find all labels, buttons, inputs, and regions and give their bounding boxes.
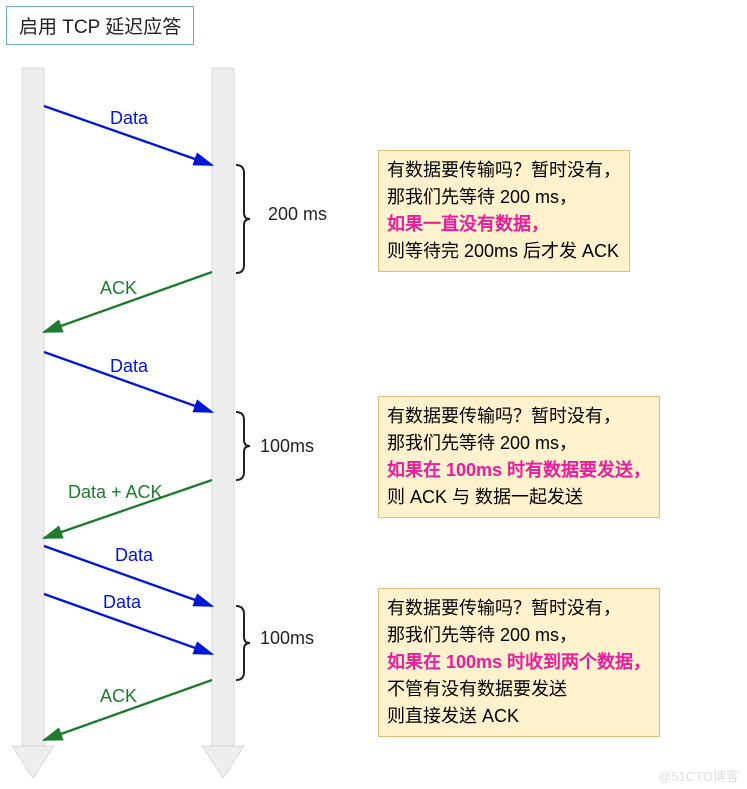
- lifeline-left: [12, 68, 54, 778]
- label-ack-1: ACK: [100, 278, 137, 299]
- label-ack-2: ACK: [100, 686, 137, 707]
- label-data-3: Data: [115, 545, 153, 566]
- note-box-2: 有数据要传输吗？暂时没有， 那我们先等待 200 ms， 如果在 100ms 时…: [378, 396, 660, 518]
- note-3-line-1: 有数据要传输吗？暂时没有，: [387, 595, 651, 622]
- label-data-ack: Data + ACK: [68, 482, 163, 503]
- note-2-line-3: 如果在 100ms 时有数据要发送，: [387, 457, 651, 484]
- note-1-line-2: 那我们先等待 200 ms，: [387, 184, 621, 211]
- bracket-100ms-b: [236, 606, 250, 680]
- note-2-line-1: 有数据要传输吗？暂时没有，: [387, 403, 651, 430]
- note-1-line-1: 有数据要传输吗？暂时没有，: [387, 157, 621, 184]
- note-3-line-5: 则直接发送 ACK: [387, 703, 651, 730]
- lifeline-right: [202, 68, 244, 778]
- watermark: @51CTO博客: [658, 766, 739, 785]
- time-label-1: 200 ms: [268, 204, 327, 225]
- note-2-line-4: 则 ACK 与 数据一起发送: [387, 484, 651, 511]
- label-data-1: Data: [110, 108, 148, 129]
- bracket-100ms-a: [236, 412, 250, 480]
- note-3-line-4: 不管有没有数据要发送: [387, 676, 651, 703]
- note-box-1: 有数据要传输吗？暂时没有， 那我们先等待 200 ms， 如果一直没有数据， 则…: [378, 150, 630, 272]
- label-data-2: Data: [110, 356, 148, 377]
- label-data-4: Data: [103, 592, 141, 613]
- note-3-line-3: 如果在 100ms 时收到两个数据，: [387, 649, 651, 676]
- note-3-line-2: 那我们先等待 200 ms，: [387, 622, 651, 649]
- time-label-2: 100ms: [260, 436, 314, 457]
- note-1-line-4: 则等待完 200ms 后才发 ACK: [387, 238, 621, 265]
- time-label-3: 100ms: [260, 628, 314, 649]
- bracket-200ms: [236, 165, 250, 273]
- note-1-line-3: 如果一直没有数据，: [387, 211, 621, 238]
- note-2-line-2: 那我们先等待 200 ms，: [387, 430, 651, 457]
- note-box-3: 有数据要传输吗？暂时没有， 那我们先等待 200 ms， 如果在 100ms 时…: [378, 588, 660, 737]
